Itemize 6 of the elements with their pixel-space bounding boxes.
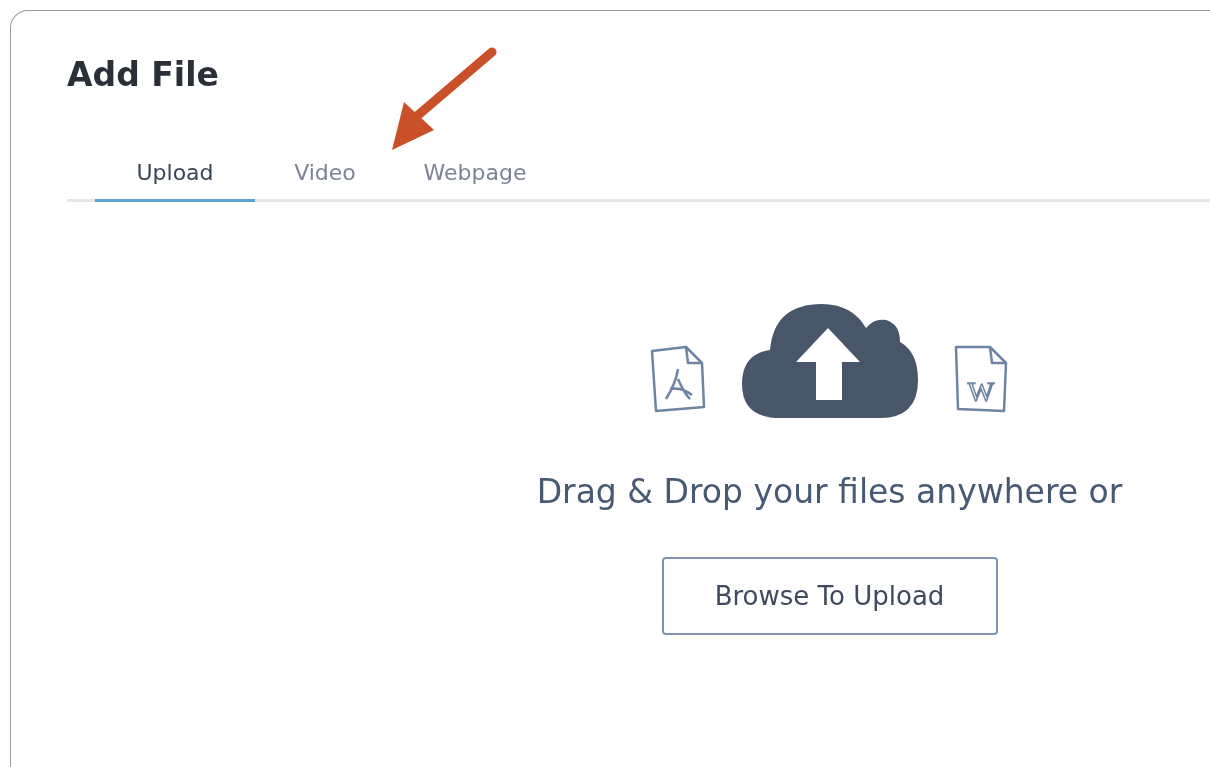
browse-button[interactable]: Browse To Upload: [661, 557, 998, 635]
drop-prompt: Drag & Drop your files anywhere or: [536, 472, 1123, 511]
dialog-title: Add File: [67, 55, 220, 94]
tab[interactable]: Upload: [95, 150, 255, 202]
tab[interactable]: Webpage: [395, 150, 555, 202]
tab[interactable]: Video: [255, 150, 395, 202]
